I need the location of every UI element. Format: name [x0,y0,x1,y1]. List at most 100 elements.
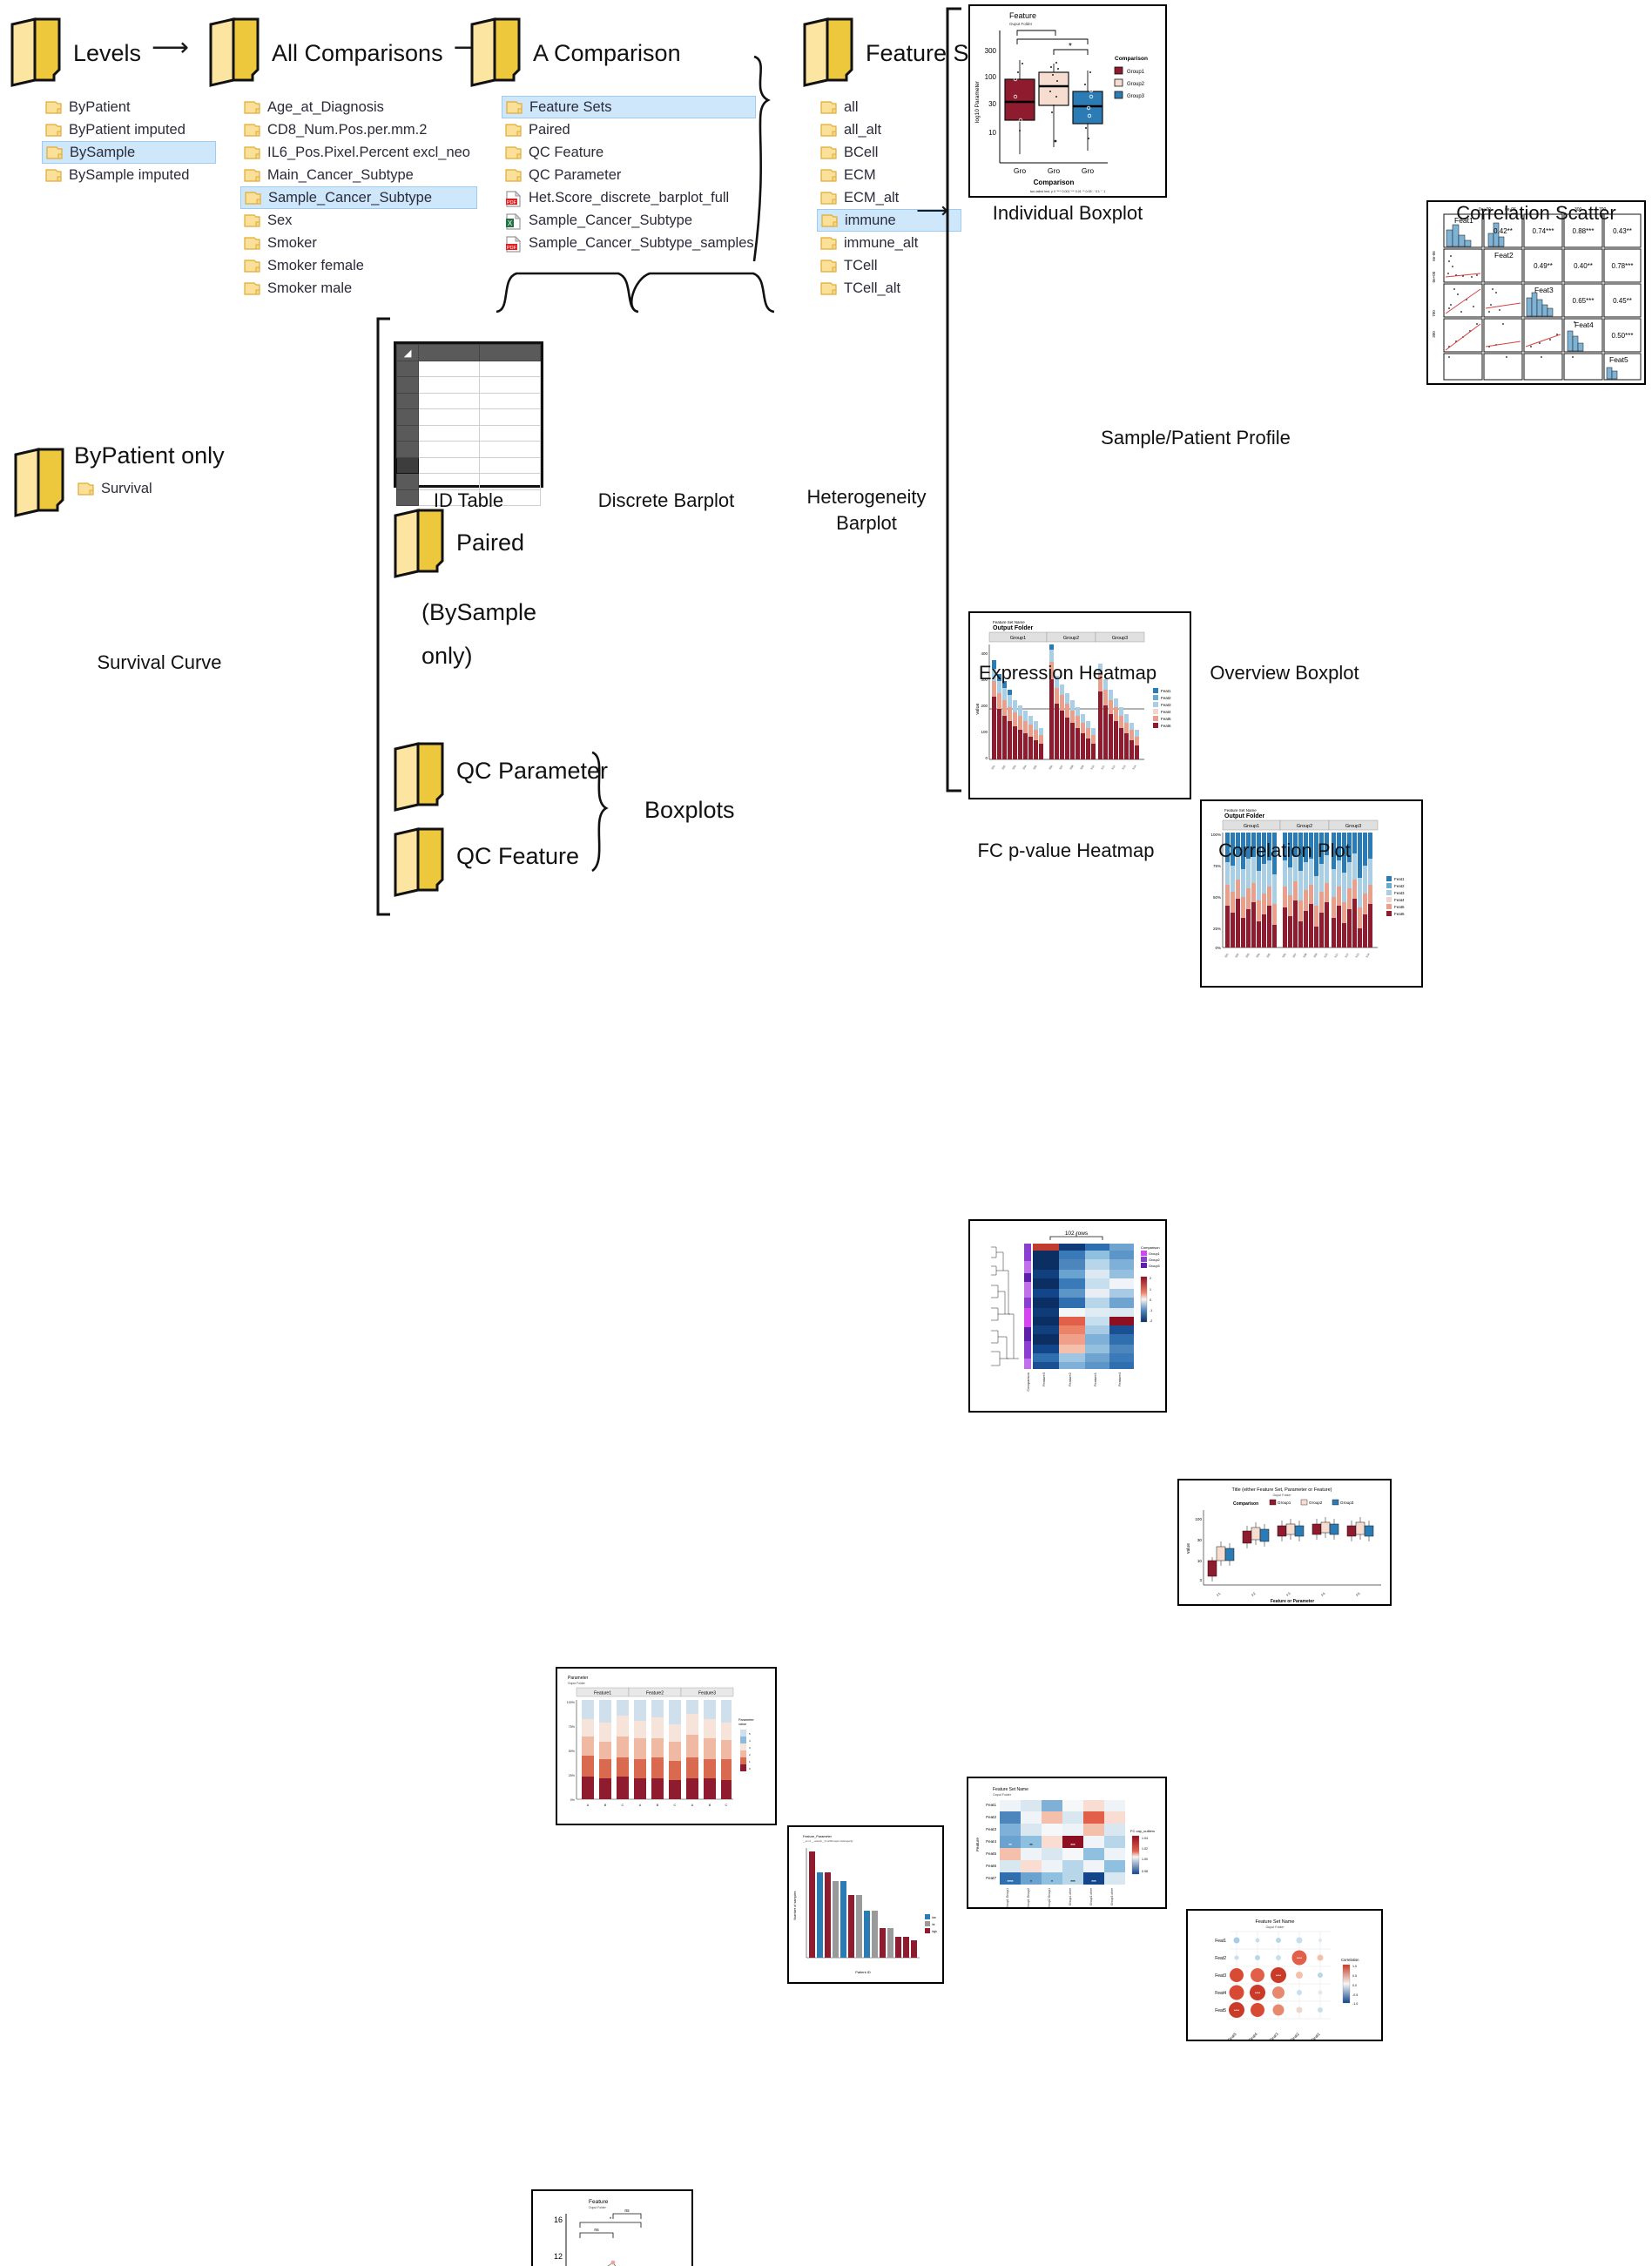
cell-value[interactable] [479,456,541,474]
table-row[interactable] [396,456,541,474]
comparison-item-8[interactable]: Smoker male [240,277,477,300]
row-number[interactable] [396,441,419,458]
table-row[interactable] [396,424,541,442]
svg-text:Feature: Feature [589,2199,609,2205]
feature-set-item-label: ECM [844,166,876,183]
cell-value[interactable] [479,424,541,442]
table-row[interactable] [396,392,541,409]
bypatient-only-folder-icon[interactable] [12,446,66,525]
levels-item-3[interactable]: BySample imputed [42,164,216,186]
col-letter-b[interactable] [479,344,541,361]
levels-item-0[interactable]: ByPatient [42,96,216,118]
a-comparison-item-2[interactable]: QC Feature [502,141,756,164]
feature-set-item-8[interactable]: TCell_alt [817,277,961,300]
row-number[interactable] [396,392,419,409]
correlation-plot-thumb[interactable]: Feature Set Name Ouput Folder Feat1 Feat2… [1186,1909,1383,2041]
feature-set-item-3[interactable]: ECM [817,164,961,186]
cell-id[interactable] [418,473,480,490]
cell-id[interactable] [418,456,480,474]
row-number[interactable] [396,360,419,377]
table-row[interactable] [396,441,541,458]
comparison-item-6[interactable]: Smoker [240,232,477,254]
comparison-item-1[interactable]: CD8_Num.Pos.per.mm.2 [240,118,477,141]
cell-value[interactable] [479,408,541,426]
svg-text:*: * [1069,42,1072,51]
cell-value[interactable] [479,376,541,394]
a-comparison-item-6[interactable]: PDF Sample_Cancer_Subtype_samples [502,232,756,254]
comparison-item-2[interactable]: IL6_Pos.Pixel.Percent excl_neo [240,141,477,164]
folder-icon [244,236,260,251]
svg-text:Feat1: Feat1 [1215,1939,1226,1944]
svg-text:Group2 Group1: Group2 Group1 [1048,1888,1051,1909]
feature-set-item-label: BCell [844,144,879,160]
cell-id[interactable] [418,441,480,458]
svg-text:Feat2: Feat2 [1494,251,1514,260]
a-comparison-item-4[interactable]: PDF Het.Score_discrete_barplot_full [502,186,756,209]
levels-folder-icon[interactable] [9,16,63,91]
fc-pvalue-heatmap-thumb[interactable]: Feature Set Name Ouput Folder Feature Fe… [967,1777,1167,1909]
comparison-item-4[interactable]: Sample_Cancer_Subtype [240,186,477,209]
svg-text:Parameter: Parameter [738,1718,754,1722]
row-number[interactable] [396,376,419,394]
overview-boxplot-thumb[interactable]: Title (either Feature Set, Parameter or … [1177,1479,1392,1606]
svg-text:Feat3: Feat3 [1269,2032,1279,2041]
individual-boxplot-thumb[interactable]: Feature Ouput Folder log10 Parameter 300… [968,4,1167,198]
levels-item-1[interactable]: ByPatient imputed [42,118,216,141]
feature-sets-folder-icon[interactable] [801,16,855,91]
cell-id[interactable] [418,424,480,442]
cell-value[interactable] [479,441,541,458]
a-comparison-folder-icon[interactable] [469,16,523,91]
cell-value[interactable] [479,473,541,490]
a-comparison-item-5[interactable]: X Sample_Cancer_Subtype [502,209,756,232]
cell-id[interactable] [418,376,480,394]
svg-text:Feat5: Feat5 [1215,2008,1226,2013]
feature-set-item-0[interactable]: all [817,96,961,118]
id-table-thumb[interactable]: ◢ [394,341,543,506]
table-row[interactable] [396,376,541,394]
all-comparisons-folder-icon[interactable] [207,16,261,91]
a-comparison-item-3[interactable]: QC Parameter [502,164,756,186]
paired-plot-thumb[interactable]: Feature Ouput Folder Parameter 161284 ns… [531,2189,693,2266]
heterogeneity-barplot-thumb[interactable]: Feature_Parameter __sc:x1 __-anseriii__%… [787,1825,944,1984]
row-number[interactable] [396,473,419,490]
sample-profile-left-thumb[interactable]: Feature Set Name Output Folder Group1 Gr… [968,611,1191,799]
svg-text:Feature2: Feature2 [1068,1372,1072,1386]
correlation-scatter-thumb[interactable]: 0e+00 6e-06 0 300 700 6e-06 0e+00 700 30… [1426,200,1646,385]
cell-value[interactable] [479,360,541,377]
cell-id[interactable] [418,360,480,377]
comparison-item-0[interactable]: Age_at_Diagnosis [240,96,477,118]
feature-set-item-1[interactable]: all_alt [817,118,961,141]
svg-text:F1: F1 [1216,1591,1222,1597]
col-letter-a[interactable] [418,344,480,361]
row-number-selected[interactable] [396,456,419,474]
corner-cell[interactable]: ◢ [396,344,419,361]
cell-id[interactable] [418,408,480,426]
expression-heatmap-thumb[interactable]: 102 rows Comparison Feature3 Feature2 Fe… [968,1219,1167,1413]
bypatient-only-item-survival[interactable]: Survival [74,477,158,500]
cell-value[interactable] [479,392,541,409]
a-comparison-item-1[interactable]: Paired [502,118,756,141]
qc-feature-folder-icon[interactable] [392,826,446,905]
feature-set-item-6[interactable]: immune_alt [817,232,961,254]
feature-set-item-2[interactable]: BCell [817,141,961,164]
table-row[interactable] [396,473,541,490]
comparison-item-5[interactable]: Sex [240,209,477,232]
levels-item-2[interactable]: BySample [42,141,216,164]
paired-title: Paired [456,529,525,556]
table-row[interactable] [396,408,541,426]
svg-text:**: ** [1008,1843,1012,1847]
comparison-item-3[interactable]: Main_Cancer_Subtype [240,164,477,186]
svg-text:S12: S12 [1344,953,1349,959]
comparison-item-7[interactable]: Smoker female [240,254,477,277]
row-number[interactable] [396,424,419,442]
a-comparison-item-0[interactable]: Feature Sets [502,96,756,118]
qc-parameter-folder-icon[interactable] [392,740,446,819]
paired-folder-icon[interactable] [392,507,446,586]
svg-text:-1: -1 [1150,1309,1152,1312]
row-number[interactable] [396,408,419,426]
cell-id[interactable] [418,392,480,409]
table-row[interactable] [396,360,541,377]
sample-profile-right-thumb[interactable]: Feature Set Name Output Folder Group1 Gr… [1200,799,1423,988]
discrete-barplot-thumb[interactable]: Parameter Ouput Folder Feature1 Feature2… [556,1667,777,1825]
feature-set-item-7[interactable]: TCell [817,254,961,277]
